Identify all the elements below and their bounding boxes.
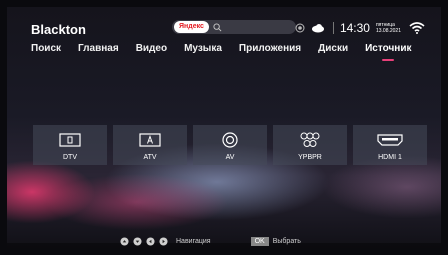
source-ypbpr[interactable]: YPBPR [273, 125, 347, 165]
source-list: DTV ATV AV YPBPR HDMI 1 [33, 125, 433, 165]
ypbpr-icon [300, 132, 320, 147]
notification-icon[interactable] [295, 23, 305, 33]
date-label: 13.08.2021 [375, 28, 401, 34]
status-bar: 14:30 пятница 13.08.2021 [295, 20, 425, 36]
left-arrow-icon [146, 237, 155, 246]
menu-item-search[interactable]: Поиск [31, 43, 61, 54]
av-icon [222, 132, 238, 148]
menu-item-source-label: Источник [365, 43, 412, 54]
menu-item-home[interactable]: Главная [78, 43, 119, 54]
atv-icon [139, 133, 161, 147]
source-label: HDMI 1 [378, 154, 402, 161]
cloud-icon[interactable] [311, 23, 325, 33]
menu-item-source[interactable]: Источник [365, 43, 412, 61]
source-dtv[interactable]: DTV [33, 125, 107, 165]
source-hdmi[interactable]: HDMI 1 [353, 125, 427, 165]
menu-item-apps[interactable]: Приложения [239, 43, 301, 54]
status-divider [332, 22, 334, 34]
tv-screen: Blackton Яндекс 14:30 пятница 13.08.2021 [7, 7, 441, 248]
clock: 14:30 [339, 21, 370, 35]
up-arrow-icon [120, 237, 129, 246]
navigation-label: Навигация [176, 238, 211, 245]
date-display: пятница 13.08.2021 [376, 22, 401, 34]
right-arrow-icon [159, 237, 168, 246]
source-label: AV [225, 154, 235, 161]
menu-item-disks[interactable]: Диски [318, 43, 348, 54]
main-menu: Поиск Главная Видео Музыка Приложения Ди… [31, 43, 428, 61]
source-label: ATV [143, 154, 157, 161]
brand-logo: Blackton [31, 22, 86, 37]
navigation-hint: Навигация OK Выбрать [120, 237, 301, 246]
yandex-logo: Яндекс [174, 21, 209, 33]
ok-key-badge: OK [250, 237, 269, 246]
source-av[interactable]: AV [193, 125, 267, 165]
active-tab-indicator [382, 59, 395, 61]
wifi-icon[interactable] [409, 22, 425, 34]
source-atv[interactable]: ATV [113, 125, 187, 165]
source-label: YPBPR [298, 154, 322, 161]
search-bar[interactable]: Яндекс [172, 20, 296, 34]
menu-item-video[interactable]: Видео [136, 43, 167, 54]
down-arrow-icon [133, 237, 142, 246]
search-icon [213, 22, 222, 31]
dtv-icon [59, 133, 81, 147]
menu-item-music[interactable]: Музыка [184, 43, 222, 54]
hdmi-icon [377, 134, 403, 146]
source-label: DTV [63, 154, 77, 161]
select-label: Выбрать [272, 238, 301, 245]
